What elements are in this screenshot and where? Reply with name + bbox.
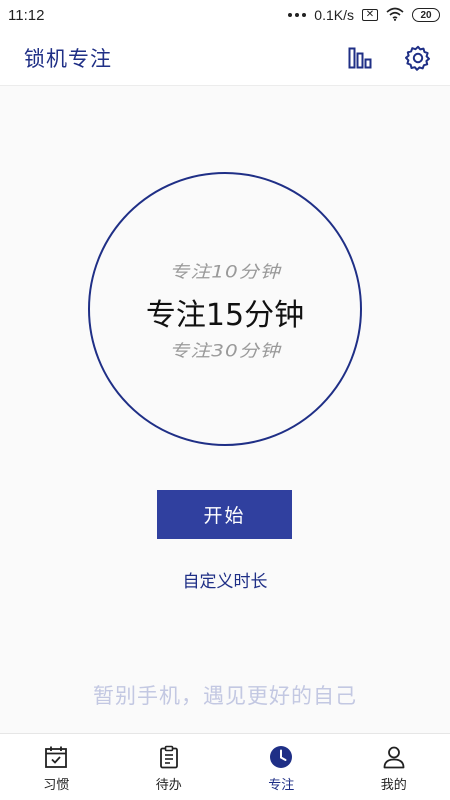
battery-level: 20 bbox=[420, 9, 432, 21]
stats-button[interactable] bbox=[346, 44, 374, 72]
nav-item-todo[interactable]: 待办 bbox=[113, 734, 226, 800]
start-button[interactable]: 开始 bbox=[157, 490, 292, 539]
battery-icon: 20 bbox=[412, 8, 440, 22]
nav-item-mine[interactable]: 我的 bbox=[338, 734, 450, 800]
network-speed: 0.1K/s bbox=[314, 7, 354, 23]
nav-item-focus[interactable]: 专注 bbox=[225, 734, 338, 800]
status-indicators: 0.1K/s ✕ 20 bbox=[288, 7, 440, 24]
no-sim-icon: ✕ bbox=[362, 9, 378, 21]
page-title: 锁机专注 bbox=[24, 46, 112, 71]
more-dots-icon bbox=[288, 13, 307, 17]
custom-duration-link[interactable]: 自定义时长 bbox=[0, 567, 450, 592]
header-actions bbox=[346, 44, 432, 72]
bar-chart-icon bbox=[348, 47, 372, 68]
calendar-check-icon bbox=[43, 744, 69, 770]
gear-icon bbox=[405, 45, 430, 71]
clipboard-icon bbox=[156, 744, 182, 770]
screen: 11:12 0.1K/s ✕ 20 锁机专注 专注10分钟 专注15分钟 专注3… bbox=[0, 0, 450, 800]
duration-picker[interactable]: 专注10分钟 专注15分钟 专注30分钟 bbox=[88, 172, 362, 446]
nav-label-focus: 专注 bbox=[268, 778, 295, 793]
duration-option-next[interactable]: 专注30分钟 bbox=[90, 337, 360, 362]
settings-button[interactable] bbox=[404, 44, 432, 72]
nav-label-mine: 我的 bbox=[380, 778, 407, 793]
status-time: 11:12 bbox=[8, 6, 45, 24]
clock-icon bbox=[268, 744, 294, 770]
bottom-nav: 习惯 待办 专注 我的 bbox=[0, 733, 450, 800]
duration-option-prev[interactable]: 专注10分钟 bbox=[90, 258, 360, 283]
duration-option-selected[interactable]: 专注15分钟 bbox=[90, 290, 360, 334]
app-header: 锁机专注 bbox=[0, 30, 450, 86]
status-bar: 11:12 0.1K/s ✕ 20 bbox=[0, 0, 450, 30]
nav-label-todo: 待办 bbox=[155, 778, 182, 793]
slogan-text: 暂别手机，遇见更好的自己 bbox=[93, 684, 357, 708]
nav-item-habits[interactable]: 习惯 bbox=[0, 734, 113, 800]
wifi-icon bbox=[386, 7, 404, 24]
person-icon bbox=[381, 744, 407, 770]
nav-label-habits: 习惯 bbox=[43, 778, 70, 793]
